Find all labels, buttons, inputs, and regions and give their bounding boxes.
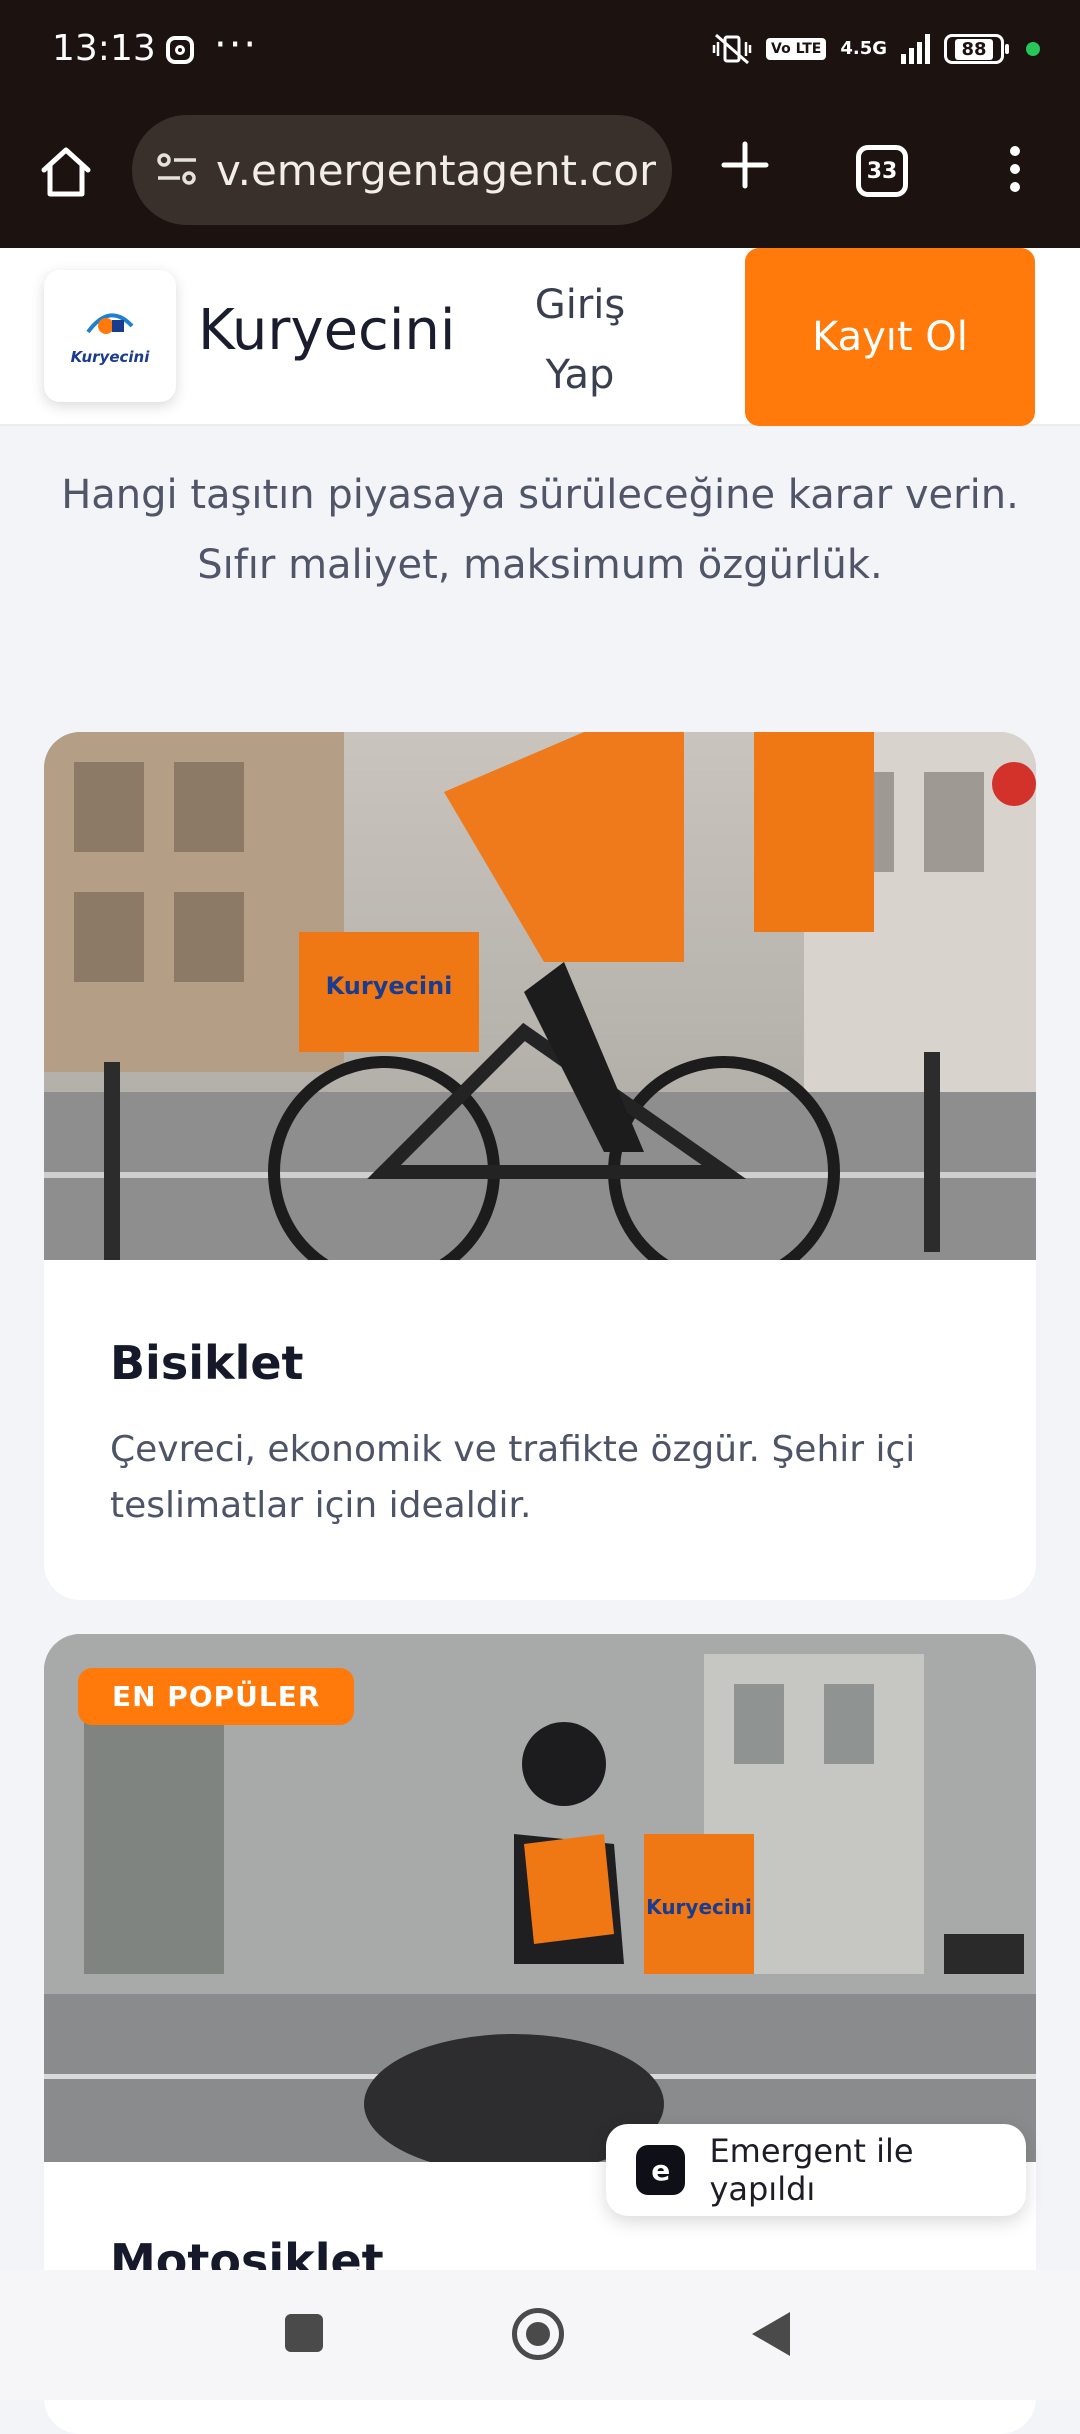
tab-switcher-button[interactable]: 33 xyxy=(856,145,908,197)
motorcycle-box-label: Kuryecini xyxy=(646,1895,752,1919)
vehicle-title-bicycle: Bisiklet xyxy=(110,1336,304,1390)
motorcycle-courier-image: Kuryecini EN POPÜLER xyxy=(44,1634,1036,2162)
vibrate-off-icon xyxy=(712,33,752,65)
emergent-badge[interactable]: e Emergent ile yapıldı xyxy=(606,2124,1026,2216)
status-right-icons: Vo LTE 4.5G 88 xyxy=(712,32,1040,66)
instagram-icon xyxy=(166,36,194,64)
status-time: 13:13 xyxy=(52,28,156,69)
signup-button[interactable]: Kayıt Ol xyxy=(745,248,1035,426)
brand-name[interactable]: Kuryecini xyxy=(198,298,455,363)
url-bar[interactable]: v.emergentagent.com xyxy=(132,115,672,225)
back-icon[interactable] xyxy=(752,2312,790,2356)
courier-logo-icon xyxy=(86,313,134,334)
home-nav-icon[interactable] xyxy=(512,2308,564,2360)
login-button[interactable]: Giriş Yap xyxy=(500,270,660,400)
intro-text: Hangi taşıtın piyasaya sürüleceğine kara… xyxy=(61,472,1019,588)
network-type: 4.5G xyxy=(840,38,887,59)
bicycle-box-label: Kuryecini xyxy=(326,972,453,1000)
privacy-indicator-dot xyxy=(1026,42,1040,56)
status-bar: 13:13 ··· Vo LTE 4.5G 88 xyxy=(0,0,1080,110)
signal-icon xyxy=(901,34,930,64)
system-navigation-bar xyxy=(0,2270,1080,2400)
url-text: v.emergentagent.com xyxy=(216,145,656,195)
site-settings-icon[interactable] xyxy=(154,150,200,190)
recents-icon[interactable] xyxy=(285,2314,323,2352)
popular-badge: EN POPÜLER xyxy=(78,1668,355,1725)
browser-menu-icon[interactable] xyxy=(1000,140,1030,200)
battery-level: 88 xyxy=(955,38,993,60)
volte-icon: Vo LTE xyxy=(766,38,827,60)
logo-text: Kuryecini xyxy=(70,348,150,366)
bicycle-courier-image: Kuryecini xyxy=(44,732,1036,1260)
emergent-badge-text: Emergent ile yapıldı xyxy=(709,2132,914,2208)
vehicle-card-bicycle[interactable]: Kuryecini Bisiklet Çevreci, ekonomik ve … xyxy=(44,732,1036,1600)
new-tab-icon[interactable] xyxy=(720,140,770,190)
browser-toolbar: v.emergentagent.com 33 xyxy=(0,110,1080,248)
vehicle-description-bicycle: Çevreci, ekonomik ve trafikte özgür. Şeh… xyxy=(110,1429,916,1526)
more-notifications-icon: ··· xyxy=(214,22,259,68)
battery-icon: 88 xyxy=(944,34,1009,64)
emergent-logo-icon: e xyxy=(636,2145,686,2195)
tab-count: 33 xyxy=(866,158,898,184)
logo[interactable]: Kuryecini xyxy=(44,270,176,402)
site-header: Kuryecini Kuryecini Giriş Yap Kayıt Ol xyxy=(0,248,1080,426)
home-icon[interactable] xyxy=(36,142,96,202)
